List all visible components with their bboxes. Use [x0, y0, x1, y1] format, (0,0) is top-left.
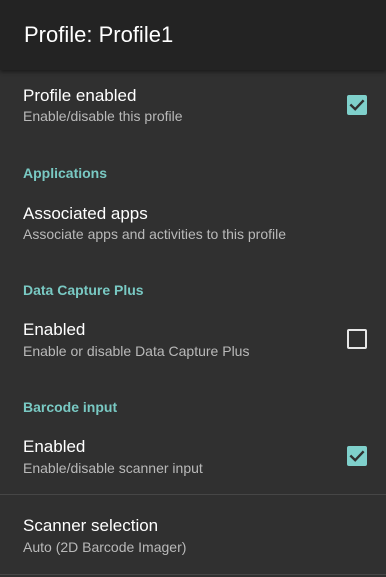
barcode-enabled-title: Enabled — [23, 437, 86, 456]
checkmark-icon — [349, 450, 365, 462]
associated-apps-summary: Associate apps and activities to this pr… — [23, 226, 287, 242]
profile-enabled-summary: Enable/disable this profile — [23, 108, 183, 124]
scanner-selection-row[interactable]: Scanner selection Auto (2D Barcode Image… — [0, 495, 386, 561]
category-data-capture-plus: Data Capture Plus — [23, 282, 144, 298]
scanner-selection-title: Scanner selection — [23, 516, 159, 535]
profile-settings-screen: Profile: Profile1 Profile enabled Enable… — [0, 0, 386, 577]
barcode-enabled-checkbox[interactable] — [347, 446, 367, 466]
divider — [0, 574, 386, 575]
page-title: Profile: Profile1 — [24, 22, 174, 47]
category-barcode-input: Barcode input — [23, 399, 118, 415]
profile-enabled-row[interactable]: Profile enabled Enable/disable this prof… — [0, 70, 386, 136]
category-applications: Applications — [23, 165, 108, 181]
barcode-enabled-row[interactable]: Enabled Enable/disable scanner input — [0, 423, 386, 489]
dcp-enabled-row[interactable]: Enabled Enable or disable Data Capture P… — [0, 306, 386, 372]
associated-apps-row[interactable]: Associated apps Associate apps and activ… — [0, 188, 386, 254]
barcode-enabled-summary: Enable/disable scanner input — [23, 460, 203, 476]
associated-apps-title: Associated apps — [23, 204, 148, 223]
profile-enabled-title: Profile enabled — [23, 86, 137, 105]
profile-enabled-checkbox[interactable] — [347, 95, 367, 115]
checkmark-icon — [349, 99, 365, 111]
dcp-enabled-checkbox[interactable] — [347, 329, 367, 349]
app-bar: Profile: Profile1 — [0, 0, 386, 70]
scanner-selection-summary: Auto (2D Barcode Imager) — [23, 539, 187, 555]
preference-list: Profile enabled Enable/disable this prof… — [0, 70, 386, 577]
dcp-enabled-title: Enabled — [23, 320, 86, 339]
dcp-enabled-summary: Enable or disable Data Capture Plus — [23, 343, 250, 359]
